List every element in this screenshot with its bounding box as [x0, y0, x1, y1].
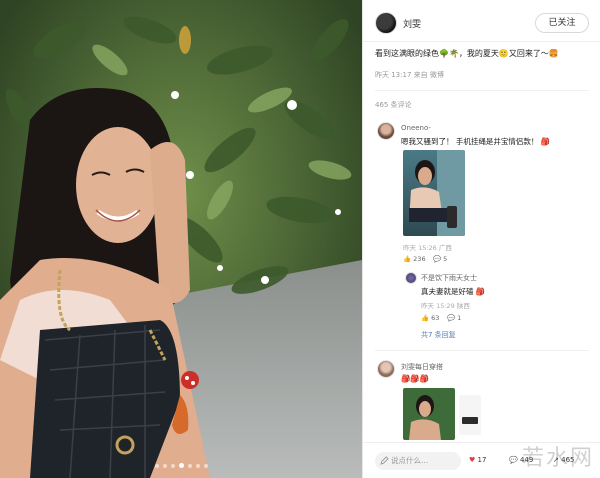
comment-reply[interactable]: 💬 5 — [433, 255, 447, 263]
phone-case-shape — [462, 417, 478, 424]
reply-reply-count: 1 — [457, 314, 462, 322]
comment-input-placeholder: 说点什么... — [391, 456, 429, 465]
gallery-dot[interactable] — [162, 463, 167, 468]
replier-name[interactable]: 不是饮下雨天女士 — [421, 273, 477, 283]
more-replies-link[interactable]: 共7 条回复 — [421, 330, 456, 340]
author-avatar[interactable] — [375, 12, 397, 34]
post-text: 看到这满眼的绿色🌳🌴，我的夏天🙂又回来了～🍔 — [375, 49, 559, 58]
watermark: 若水网 — [521, 446, 594, 471]
reply-text: 真夫妻就是好磕 🎒 — [421, 287, 486, 296]
gallery-dot[interactable] — [187, 463, 192, 468]
post-time: 昨天 13:17 来自 微博 — [375, 71, 444, 79]
comment-image-illustration — [409, 395, 441, 440]
gallery-dot-active[interactable] — [178, 463, 184, 468]
comment-text: 嗯我又骚到了！ 手机挂绳是井宝情侣款！ 🎒 — [401, 137, 551, 146]
follow-button[interactable]: 已关注 — [535, 13, 589, 33]
pen-icon — [380, 456, 389, 465]
commenter-avatar[interactable] — [377, 360, 395, 378]
like-action[interactable]: ♥ 17 — [469, 456, 486, 464]
author-name[interactable]: 刘雯 — [403, 17, 421, 30]
divider — [375, 350, 589, 351]
reply-like-count: 63 — [431, 314, 440, 322]
comment-image[interactable] — [403, 150, 465, 236]
gallery-dot[interactable] — [170, 463, 175, 468]
photo-illustration — [0, 0, 362, 478]
like-count: 17 — [477, 456, 487, 464]
comment-image-secondary[interactable] — [459, 395, 481, 435]
comment-icon: 💬 — [447, 314, 456, 322]
comment-like-count: 236 — [413, 255, 426, 263]
comment-icon: 💬 — [433, 255, 442, 263]
post-header: 刘雯 已关注 — [363, 0, 600, 42]
main-photo[interactable] — [0, 0, 362, 478]
gallery-dots — [0, 463, 362, 468]
replier-avatar[interactable] — [405, 272, 417, 284]
commenter-avatar[interactable] — [377, 122, 395, 140]
reply-time: 昨天 15:29 陕西 — [421, 302, 470, 310]
weibo-viewer: 刘雯 已关注 看到这满眼的绿色🌳🌴，我的夏天🙂又回来了～🍔 昨天 13:17 来… — [0, 0, 600, 478]
comment-input[interactable]: 说点什么... — [375, 452, 461, 470]
comment-icon: 💬 — [509, 456, 518, 464]
comment-reply-count: 5 — [443, 255, 448, 263]
divider — [375, 90, 589, 91]
comment-text: 🎒🎒🎒 — [401, 374, 430, 383]
comment-time: 昨天 15:26 广西 — [403, 244, 452, 252]
reply-reply[interactable]: 💬 1 — [447, 314, 461, 322]
comment-image[interactable] — [403, 388, 455, 440]
comment-image-illustration — [409, 150, 465, 236]
commenter-name[interactable]: 刘雯每日穿搭 — [401, 362, 443, 372]
post-sidebar: 刘雯 已关注 看到这满眼的绿色🌳🌴，我的夏天🙂又回来了～🍔 昨天 13:17 来… — [362, 0, 600, 478]
gallery-dot[interactable] — [195, 463, 200, 468]
thumbs-up-icon: 👍 — [403, 255, 412, 263]
commenter-name[interactable]: Oneeno- — [401, 124, 431, 132]
thumbs-up-icon: 👍 — [421, 314, 430, 322]
comment-like[interactable]: 👍 236 — [403, 255, 426, 263]
gallery-dot[interactable] — [154, 463, 159, 468]
reply-like[interactable]: 👍 63 — [421, 314, 439, 322]
gallery-dot[interactable] — [203, 463, 208, 468]
comment-count: 465 条评论 — [375, 101, 412, 109]
heart-icon: ♥ — [469, 456, 476, 464]
